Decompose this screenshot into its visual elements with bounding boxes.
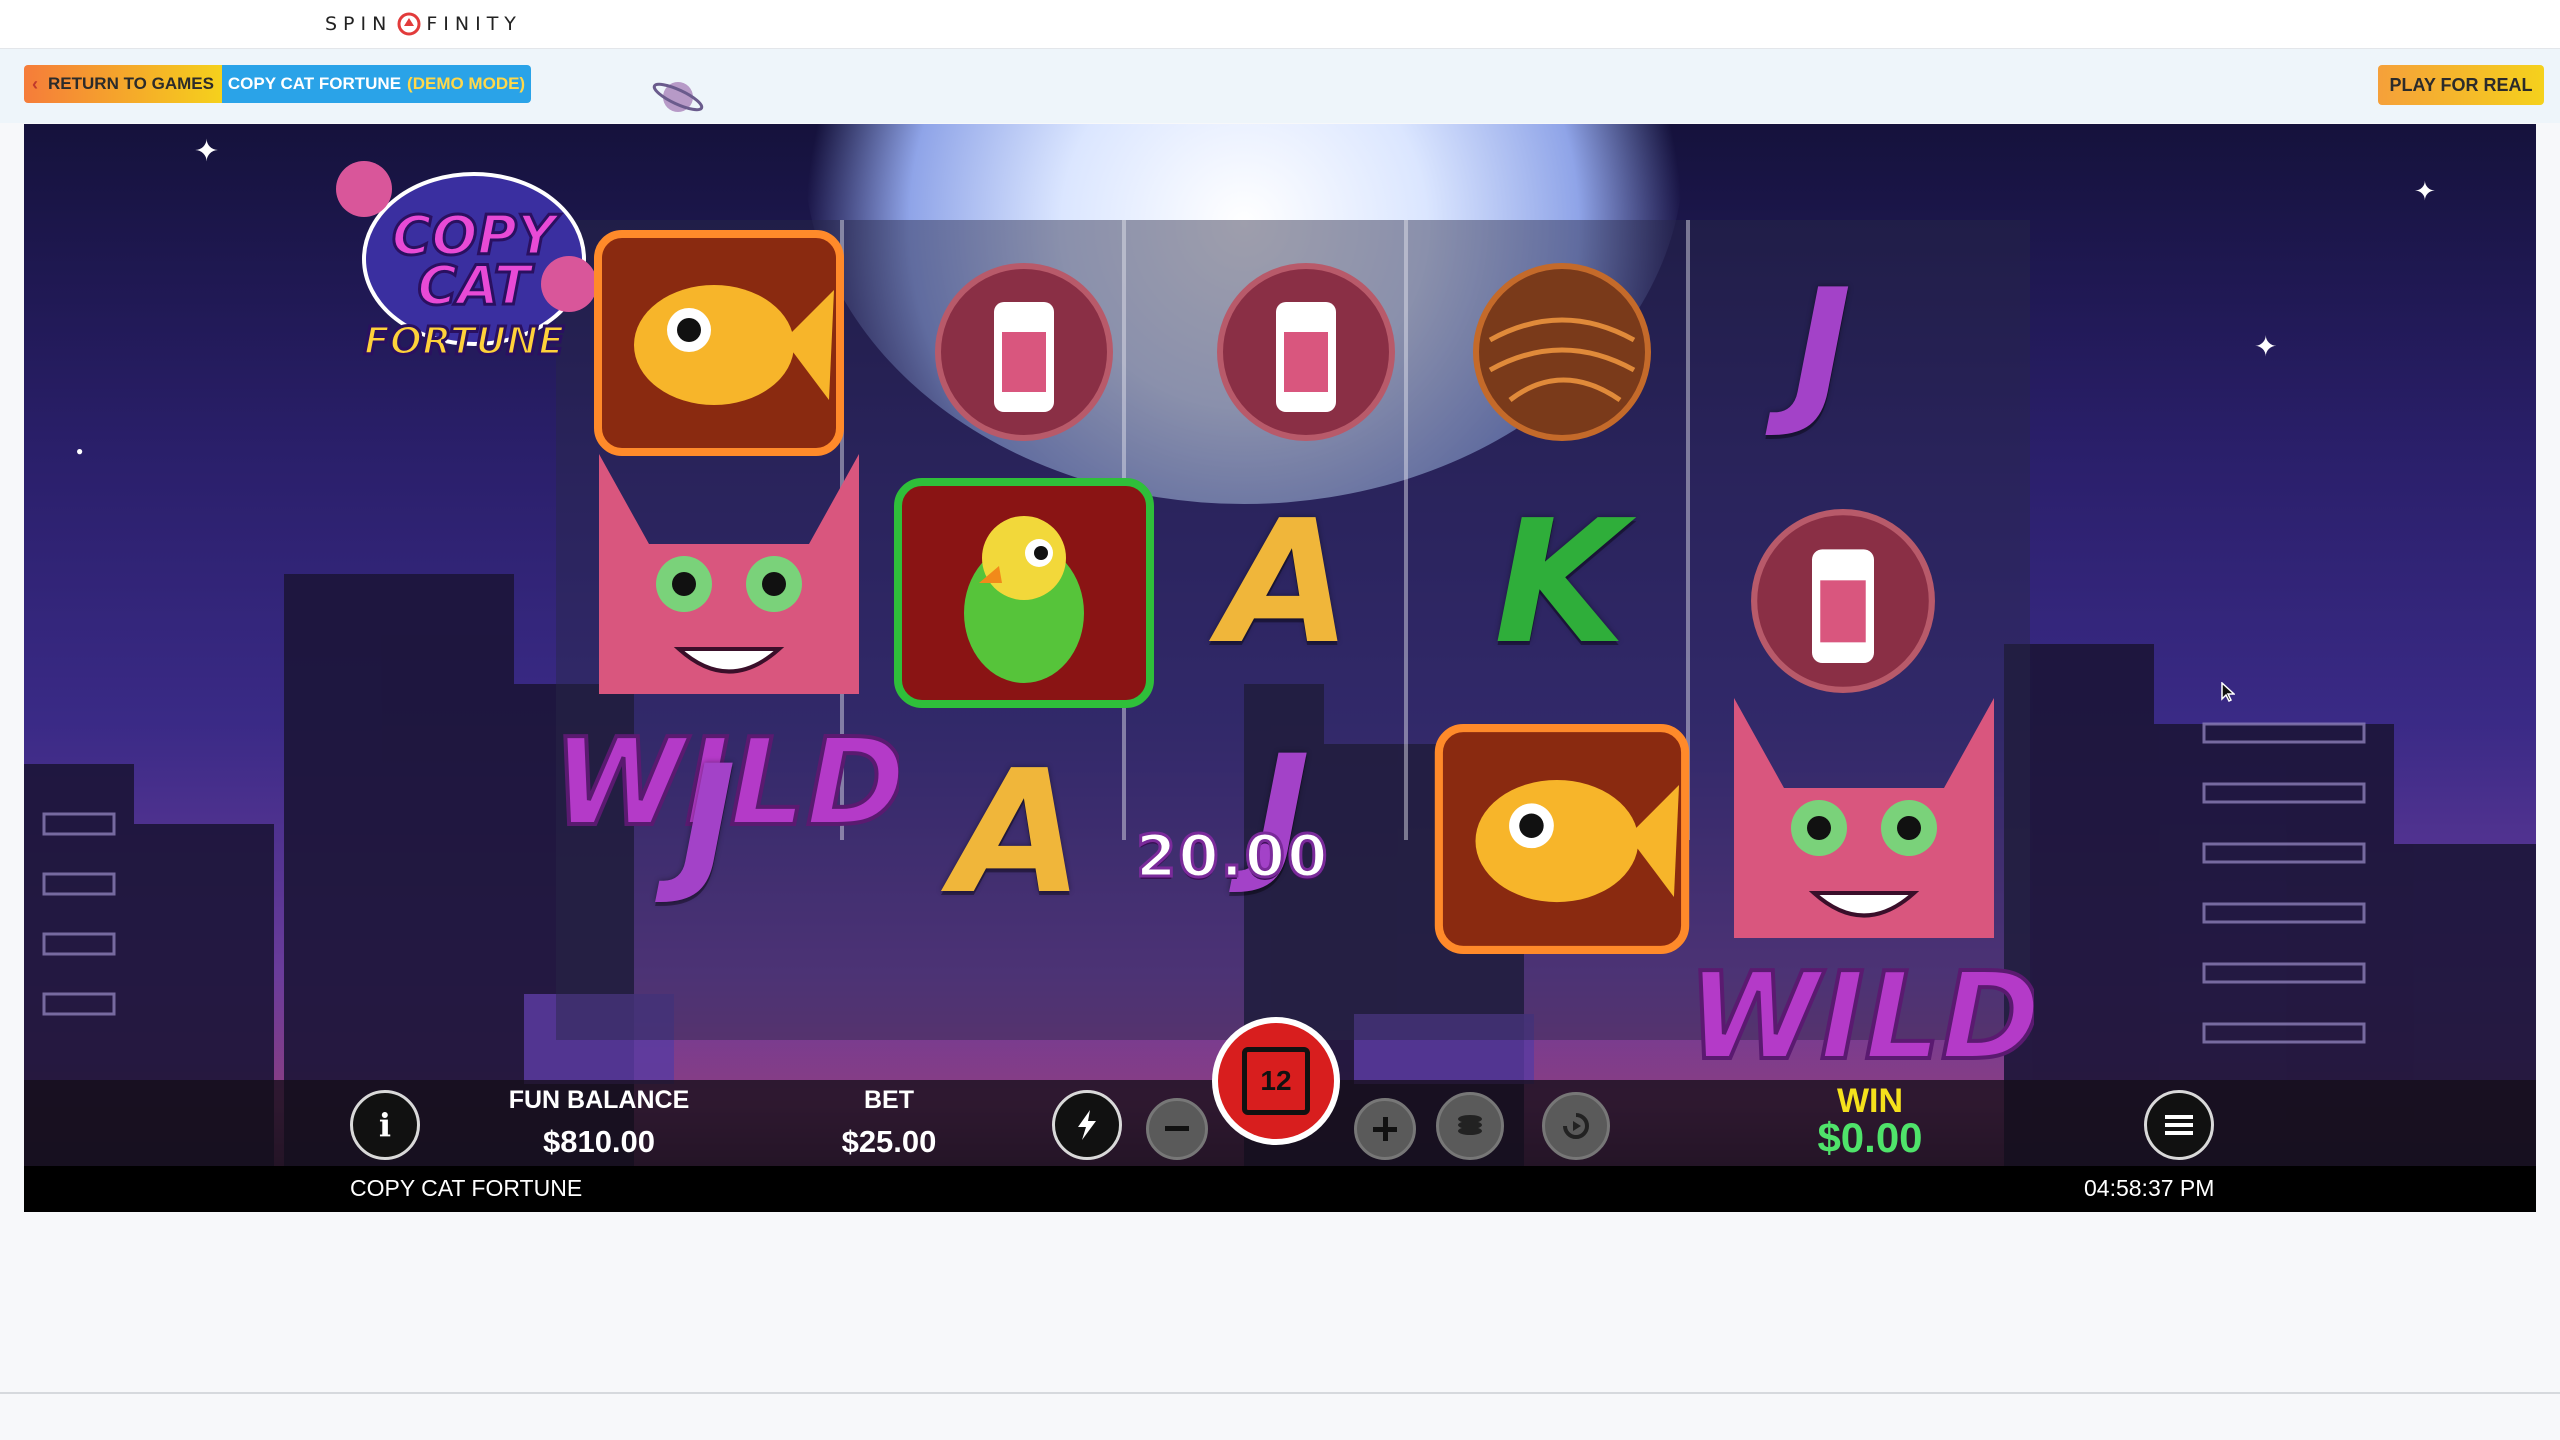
logo-text-left: SPIN (325, 13, 393, 35)
logo-text-right: FINITY (426, 13, 522, 35)
milk-bottle-symbol (1751, 509, 1935, 693)
demo-mode-label: (DEMO MODE) (407, 74, 526, 93)
copy-cat-fortune-logo: COPY CAT FORTUNE (336, 161, 597, 365)
plus-icon (1373, 1117, 1397, 1141)
symbol-a: A (952, 734, 1084, 932)
spin-button[interactable]: 12 (1212, 1017, 1340, 1145)
spin-button-inner: 12 (1218, 1023, 1334, 1139)
decrease-bet-button[interactable] (1146, 1098, 1208, 1160)
balance-label: FUN BALANCE (508, 1086, 690, 1114)
logo-line-2: CAT (417, 254, 534, 317)
game-canvas[interactable]: ✦ ✦ ✦ ● COPY CAT FORTUNE WILD J A A J K … (24, 124, 2536, 1212)
goldfish-symbol (594, 230, 844, 456)
coin-stack-button[interactable] (1436, 1092, 1504, 1160)
play-for-real-button[interactable]: PLAY FOR REAL (2378, 65, 2544, 105)
goldfish-symbol (1434, 724, 1690, 954)
bet-value: $25.00 (841, 1124, 937, 1159)
play-for-real-label: PLAY FOR REAL (2389, 74, 2533, 95)
logo-mark-icon (397, 12, 421, 36)
return-label: RETURN TO GAMES (48, 74, 214, 93)
reel-divider (1404, 220, 1408, 840)
symbol-j: J (680, 734, 736, 908)
info-button[interactable]: i (350, 1090, 420, 1160)
menu-button[interactable] (2144, 1090, 2214, 1160)
site-header: SPIN FINITY (0, 0, 2560, 49)
win-value: $0.00 (1817, 1114, 1923, 1161)
turbo-button[interactable] (1052, 1090, 1122, 1160)
game-name-footer: COPY CAT FORTUNE (350, 1175, 583, 1201)
game-title: COPY CAT FORTUNE (227, 74, 402, 93)
site-logo[interactable]: SPIN FINITY (325, 10, 522, 38)
yarn-ball-symbol (1473, 263, 1651, 441)
footer-divider (0, 1392, 2560, 1394)
info-icon: i (378, 1106, 392, 1144)
wild-cat-symbol: WILD (1694, 698, 2034, 1089)
autoplay-icon (1563, 1113, 1589, 1139)
autospin-count: 12 (1242, 1047, 1310, 1115)
increase-bet-button[interactable] (1354, 1098, 1416, 1160)
symbol-j: J (1792, 254, 1852, 441)
logo-line-3: FORTUNE (364, 319, 564, 363)
symbol-a: A (1220, 484, 1352, 682)
balance-value: $810.00 (542, 1124, 656, 1159)
lightning-icon (1078, 1110, 1096, 1140)
clock: 04:58:37 PM (2084, 1175, 2215, 1201)
win-amount-display: 20.00 (1134, 821, 1330, 892)
symbol-k: K (1494, 484, 1626, 682)
hamburger-menu-icon (2165, 1115, 2193, 1135)
parrot-symbol (894, 478, 1154, 708)
planet-icon (652, 82, 704, 112)
chevron-left-icon: ‹ (32, 73, 39, 94)
bet-label: BET (864, 1086, 914, 1114)
return-to-games-button[interactable]: ‹ RETURN TO GAMES (24, 65, 222, 103)
coin-stack-icon (1458, 1115, 1482, 1135)
milk-bottle-symbol (1217, 263, 1395, 441)
wild-label: WILD (1694, 948, 2034, 1087)
mouse-cursor-icon (2221, 682, 2235, 702)
minus-icon (1165, 1126, 1189, 1131)
autoplay-button[interactable] (1542, 1092, 1610, 1160)
milk-bottle-symbol (935, 263, 1113, 441)
game-title-tab: COPY CAT FORTUNE (DEMO MODE) (222, 65, 531, 103)
